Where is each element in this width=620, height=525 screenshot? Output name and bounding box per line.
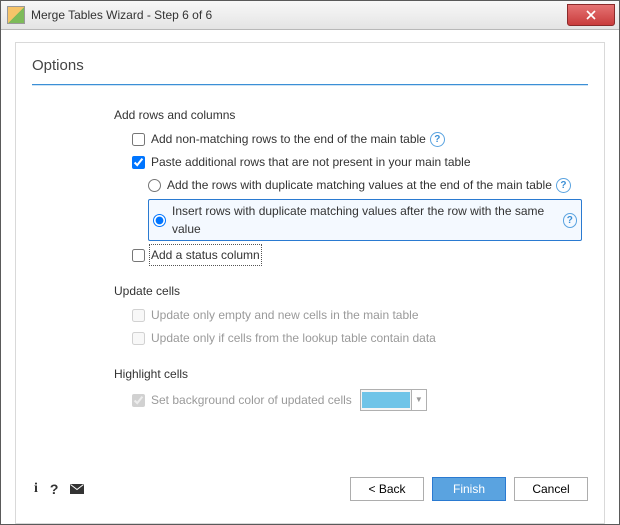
label-set-bg: Set background color of updated cells (151, 391, 352, 409)
label-add-non-matching: Add non-matching rows to the end of the … (151, 130, 426, 148)
color-swatch (362, 392, 410, 408)
section-highlight-title: Highlight cells (114, 367, 582, 381)
checkbox-paste-additional[interactable] (132, 156, 145, 169)
checkbox-only-empty (132, 309, 145, 322)
option-paste-additional[interactable]: Paste additional rows that are not prese… (132, 153, 582, 171)
option-radio-insert[interactable]: Insert rows with duplicate matching valu… (148, 199, 582, 241)
help-icon[interactable]: ? (430, 132, 445, 147)
page-heading: Options (32, 57, 588, 74)
inner-panel: Options Add rows and columns Add non-mat… (15, 42, 605, 524)
help-icon[interactable]: ? (563, 213, 577, 228)
divider (32, 84, 588, 86)
window-title: Merge Tables Wizard - Step 6 of 6 (31, 8, 567, 22)
label-radio-insert: Insert rows with duplicate matching valu… (172, 202, 559, 238)
wizard-window: Merge Tables Wizard - Step 6 of 6 Option… (0, 0, 620, 525)
label-paste-additional: Paste additional rows that are not prese… (151, 153, 471, 171)
checkbox-set-bg (132, 394, 145, 407)
option-add-status[interactable]: Add a status column (132, 246, 582, 264)
footer: i ? < Back Finish Cancel (32, 465, 588, 513)
close-button[interactable] (567, 4, 615, 26)
checkbox-add-non-matching[interactable] (132, 133, 145, 146)
content-area: Add rows and columns Add non-matching ro… (32, 104, 588, 416)
app-icon (7, 6, 25, 24)
close-icon (586, 10, 596, 20)
label-radio-end: Add the rows with duplicate matching val… (167, 176, 552, 194)
footer-icons: i ? (34, 481, 84, 497)
info-icon[interactable]: i (34, 481, 38, 497)
titlebar: Merge Tables Wizard - Step 6 of 6 (1, 1, 619, 30)
label-only-lookup: Update only if cells from the lookup tab… (151, 329, 436, 347)
cancel-button[interactable]: Cancel (514, 477, 588, 501)
radio-end[interactable] (148, 179, 161, 192)
checkbox-add-status[interactable] (132, 249, 145, 262)
section-add-rows-title: Add rows and columns (114, 108, 582, 122)
body: Options Add rows and columns Add non-mat… (1, 30, 619, 524)
color-picker[interactable]: ▼ (360, 389, 427, 411)
label-only-empty: Update only empty and new cells in the m… (151, 306, 419, 324)
option-add-non-matching[interactable]: Add non-matching rows to the end of the … (132, 130, 582, 148)
envelope-icon (70, 484, 84, 494)
help-footer-icon[interactable]: ? (50, 481, 59, 497)
chevron-down-icon[interactable]: ▼ (411, 390, 426, 410)
back-button[interactable]: < Back (350, 477, 424, 501)
option-only-lookup: Update only if cells from the lookup tab… (132, 329, 582, 347)
finish-button[interactable]: Finish (432, 477, 506, 501)
label-add-status: Add a status column (151, 246, 260, 264)
option-only-empty: Update only empty and new cells in the m… (132, 306, 582, 324)
help-icon[interactable]: ? (556, 178, 571, 193)
spacer (32, 416, 588, 465)
checkbox-only-lookup (132, 332, 145, 345)
option-radio-end[interactable]: Add the rows with duplicate matching val… (148, 176, 582, 194)
section-update-cells-title: Update cells (114, 284, 582, 298)
radio-insert[interactable] (153, 214, 166, 227)
mail-icon[interactable] (70, 481, 84, 497)
option-set-bg: Set background color of updated cells ▼ (132, 389, 582, 411)
